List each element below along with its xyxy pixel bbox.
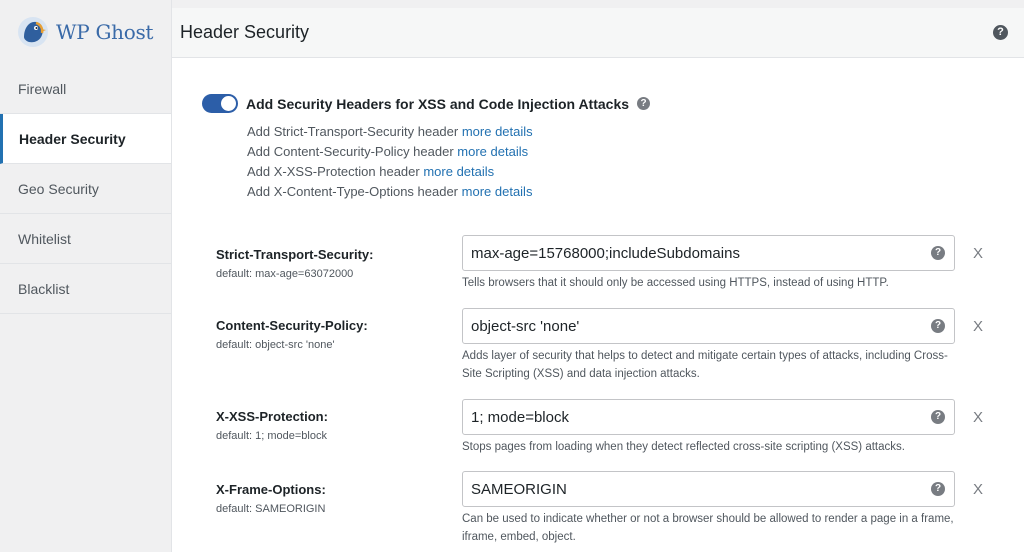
more-details-link[interactable]: more details [462, 124, 533, 139]
toggle-label: Add Security Headers for XSS and Code In… [246, 95, 630, 112]
detail-line: Add Strict-Transport-Security header mor… [247, 122, 533, 142]
ghost-bird-logo-icon [16, 15, 50, 49]
setting-description: Adds layer of security that helps to det… [462, 350, 948, 380]
input-value: max-age=15768000;includeSubdomains [471, 244, 740, 262]
detail-text: Add X-Content-Type-Options header [247, 184, 459, 199]
more-details-link[interactable]: more details [462, 184, 533, 199]
setting-description: Can be used to indicate whether or not a… [462, 513, 954, 543]
detail-text: Add Strict-Transport-Security header [247, 124, 459, 139]
help-icon[interactable]: ? [931, 246, 945, 260]
sidebar-item-firewall[interactable]: Firewall [0, 64, 171, 114]
setting-content-security-policy: Content-Security-Policy: default: object… [216, 308, 1006, 380]
brand-name: WP Ghost [56, 20, 154, 44]
main-panel: Header Security ? Add Security Headers f… [172, 8, 1024, 552]
setting-x-xss-protection: X-XSS-Protection: default: 1; mode=block… [216, 399, 1006, 453]
toggle-knob [221, 96, 236, 111]
header-details-list: Add Strict-Transport-Security header mor… [247, 122, 533, 202]
input-value: object-src 'none' [471, 317, 580, 335]
sidebar-item-blacklist[interactable]: Blacklist [0, 264, 171, 314]
panel-header: Header Security ? [172, 8, 1024, 58]
detail-text: Add Content-Security-Policy header [247, 144, 454, 159]
setting-x-frame-options: X-Frame-Options: default: SAMEORIGIN SAM… [216, 471, 1006, 543]
setting-description: Stops pages from loading when they detec… [462, 441, 905, 453]
help-icon[interactable]: ? [931, 482, 945, 496]
help-icon[interactable]: ? [993, 25, 1008, 40]
detail-line: Add X-XSS-Protection header more details [247, 162, 533, 182]
detail-text: Add X-XSS-Protection header [247, 164, 420, 179]
toggle-help-icon[interactable]: ? [637, 97, 651, 110]
remove-button[interactable]: X [973, 245, 983, 262]
remove-button[interactable]: X [973, 409, 983, 426]
help-icon[interactable]: ? [931, 410, 945, 424]
remove-button[interactable]: X [973, 318, 983, 335]
help-icon[interactable]: ? [931, 319, 945, 333]
strict-transport-security-input[interactable]: max-age=15768000;includeSubdomains ? [462, 235, 955, 271]
more-details-link[interactable]: more details [457, 144, 528, 159]
setting-strict-transport-security: Strict-Transport-Security: default: max-… [216, 235, 1006, 289]
input-value: 1; mode=block [471, 408, 569, 426]
setting-description: Tells browsers that it should only be ac… [462, 277, 889, 289]
page-title: Header Security [180, 22, 310, 42]
sidebar-item-geo-security[interactable]: Geo Security [0, 164, 171, 214]
content-security-policy-input[interactable]: object-src 'none' ? [462, 308, 955, 344]
x-xss-protection-input[interactable]: 1; mode=block ? [462, 399, 955, 435]
input-value: SAMEORIGIN [471, 480, 567, 498]
security-headers-toggle-row: Add Security Headers for XSS and Code In… [202, 94, 651, 113]
detail-line: Add Content-Security-Policy header more … [247, 142, 533, 162]
x-frame-options-input[interactable]: SAMEORIGIN ? [462, 471, 955, 507]
sidebar-item-header-security[interactable]: Header Security [0, 114, 171, 164]
brand-logo[interactable]: WP Ghost [0, 0, 171, 64]
remove-button[interactable]: X [973, 481, 983, 498]
sidebar: WP Ghost Firewall Header Security Geo Se… [0, 0, 172, 552]
detail-line: Add X-Content-Type-Options header more d… [247, 182, 533, 202]
security-headers-toggle[interactable] [202, 94, 238, 113]
more-details-link[interactable]: more details [423, 164, 494, 179]
sidebar-item-whitelist[interactable]: Whitelist [0, 214, 171, 264]
